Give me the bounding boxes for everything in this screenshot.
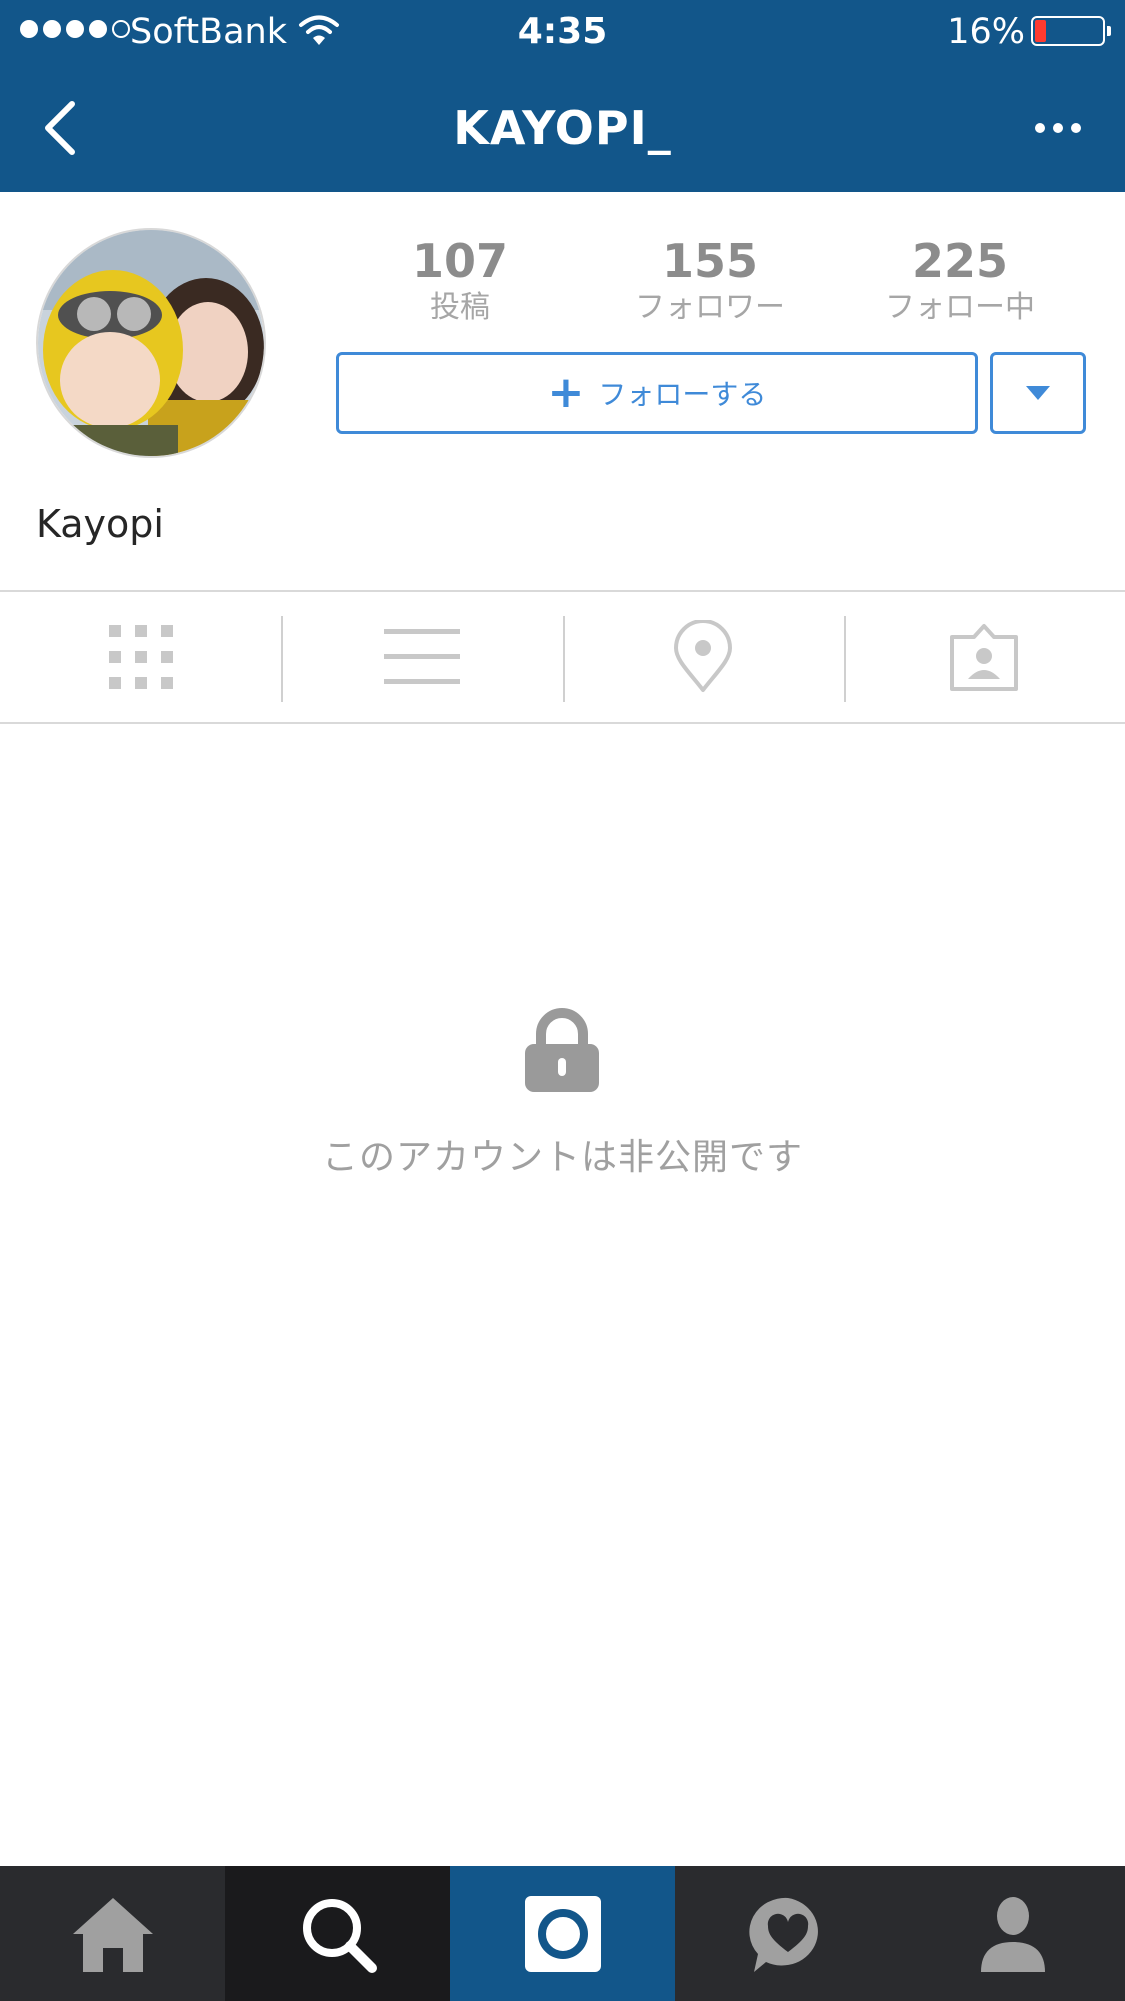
follow-button[interactable]: + フォローする <box>336 352 978 434</box>
grid-icon <box>108 625 173 689</box>
tab-grid[interactable] <box>0 592 281 722</box>
followers-label: フォロワー <box>635 290 785 325</box>
tab-search[interactable] <box>225 1866 450 2001</box>
top-bar: SoftBank 4:35 16% KAYOPI_ <box>0 0 1125 192</box>
following-stat[interactable]: 225 フォロー中 <box>835 232 1085 326</box>
posts-stat[interactable]: 107 投稿 <box>335 232 585 326</box>
following-label: フォロー中 <box>885 290 1035 325</box>
tab-activity[interactable] <box>675 1866 900 2001</box>
follow-button-label: フォローする <box>598 378 767 411</box>
more-horizontal-icon[interactable] <box>1035 116 1081 140</box>
followers-stat[interactable]: 155 フォロワー <box>585 232 835 326</box>
suggestions-dropdown-button[interactable] <box>990 352 1086 434</box>
home-icon <box>72 1897 153 1972</box>
following-count: 225 <box>911 234 1009 288</box>
tab-profile[interactable] <box>900 1866 1125 2001</box>
posts-label: 投稿 <box>430 290 490 325</box>
tab-camera[interactable] <box>450 1866 675 2001</box>
map-pin-icon <box>674 620 733 692</box>
status-bar: SoftBank 4:35 16% <box>0 0 1125 64</box>
profile-icon <box>980 1896 1045 1972</box>
search-icon <box>302 1898 377 1973</box>
private-account-message: このアカウントは非公開です <box>321 1137 803 1178</box>
triangle-down-icon <box>1026 386 1050 400</box>
tagged-person-icon <box>950 624 1019 691</box>
battery-percent: 16% <box>947 12 1025 52</box>
tab-map[interactable] <box>562 592 844 722</box>
list-icon <box>383 629 460 684</box>
lock-icon <box>525 1008 599 1092</box>
posts-count: 107 <box>411 234 509 288</box>
tab-tagged[interactable] <box>843 592 1125 722</box>
camera-icon <box>524 1895 601 1972</box>
activity-heart-icon <box>748 1897 818 1972</box>
profile-stats: 107 投稿 155 フォロワー 225 フォロー中 <box>335 232 1085 326</box>
avatar-photo <box>38 230 264 456</box>
avatar <box>36 228 266 458</box>
bottom-tab-bar <box>0 1866 1125 2001</box>
display-name: Kayopi <box>36 502 164 546</box>
nav-bar: KAYOPI_ <box>0 64 1125 192</box>
followers-count: 155 <box>661 234 759 288</box>
tab-home[interactable] <box>0 1866 225 2001</box>
battery-icon <box>1031 16 1111 46</box>
plus-icon: + <box>547 367 585 418</box>
page-title: KAYOPI_ <box>453 101 672 155</box>
profile-view-tabs <box>0 590 1125 724</box>
tab-list[interactable] <box>281 592 562 722</box>
